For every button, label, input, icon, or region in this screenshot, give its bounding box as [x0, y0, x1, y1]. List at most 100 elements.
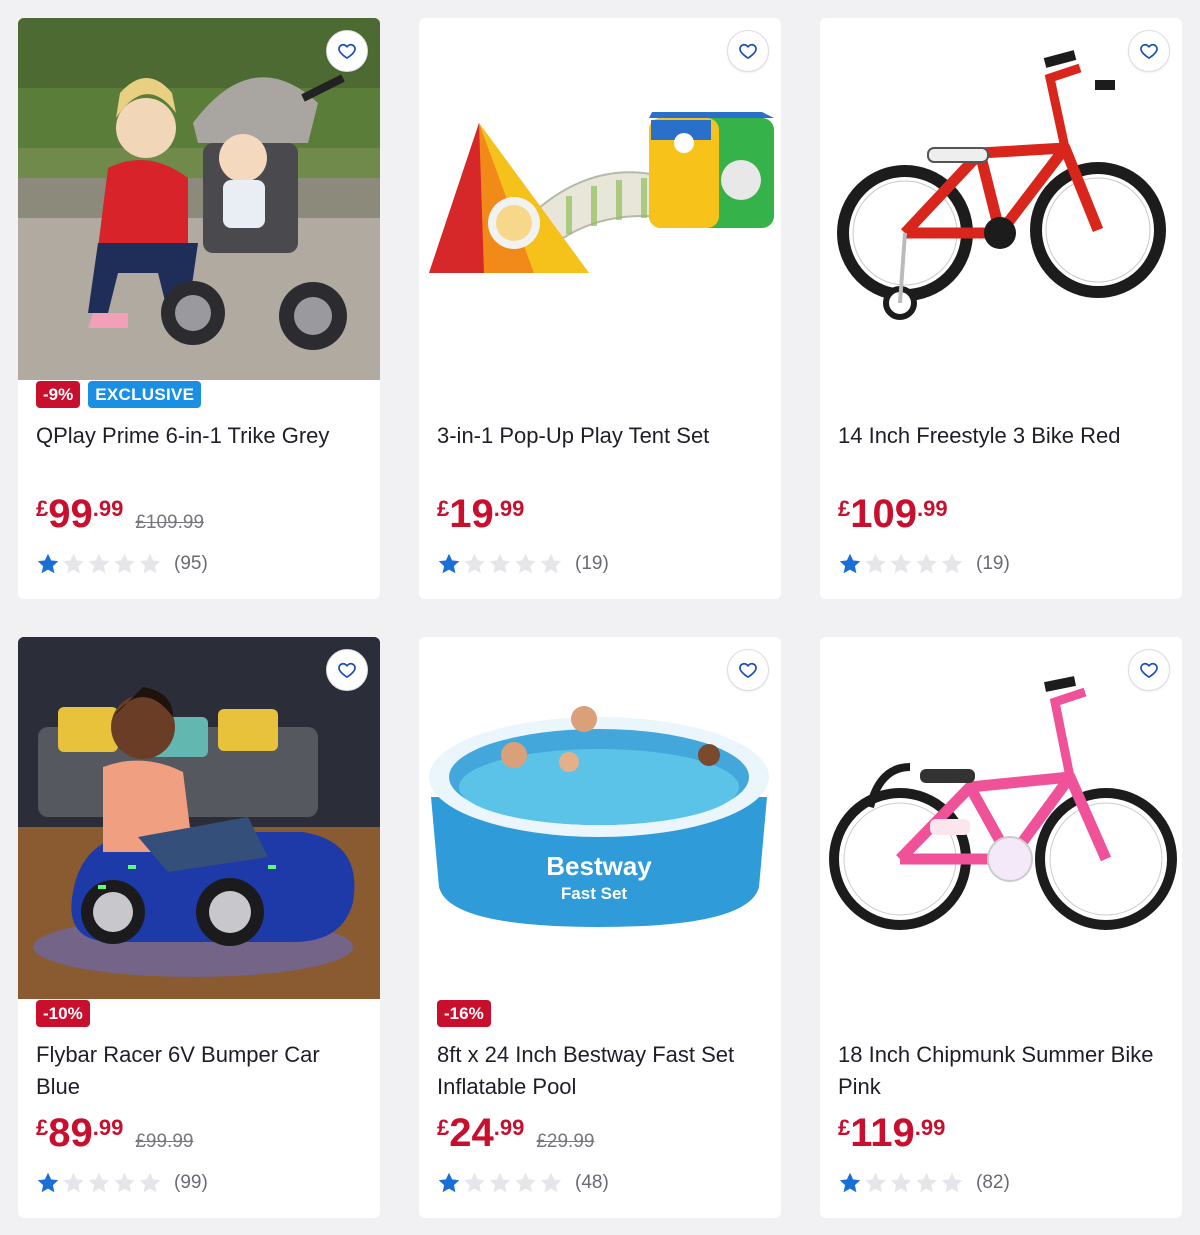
wishlist-button[interactable]: [727, 30, 769, 72]
review-count: (82): [976, 1172, 1010, 1193]
star-icon: [540, 1172, 562, 1193]
star-icon: [114, 1172, 135, 1193]
star-rating: [838, 1171, 964, 1195]
stars-graphic: [37, 1172, 161, 1193]
star-rating: [437, 552, 563, 576]
price-main: 89: [48, 1111, 93, 1155]
price-decimal: .99: [493, 1115, 525, 1140]
rating[interactable]: (19): [437, 552, 609, 576]
star-icon: [489, 1172, 511, 1193]
product-card[interactable]: -9% EXCLUSIVE QPlay Prime 6-in-1 Trike G…: [18, 18, 380, 599]
rating[interactable]: (48): [437, 1171, 609, 1195]
star-icon: [865, 553, 886, 574]
price-block: £ 24 .99 £29.99: [437, 1111, 594, 1155]
price-main: 19: [449, 492, 494, 536]
price-main: 24: [449, 1111, 494, 1155]
star-icon: [839, 553, 861, 574]
product-title[interactable]: QPlay Prime 6-in-1 Trike Grey: [36, 420, 366, 452]
star-icon: [941, 553, 963, 574]
stars-graphic: [839, 553, 963, 574]
star-icon: [916, 553, 937, 574]
currency-symbol: £: [437, 496, 450, 521]
was-price: £99.99: [135, 1131, 194, 1152]
was-price: £29.99: [536, 1131, 595, 1152]
product-image[interactable]: Bestway Fast Set: [419, 637, 781, 999]
was-price: £109.99: [135, 512, 205, 533]
price-decimal: .99: [92, 496, 124, 521]
star-icon: [37, 1172, 59, 1193]
currency-symbol: £: [36, 1115, 49, 1140]
wishlist-button[interactable]: [326, 649, 368, 691]
review-count: (99): [174, 1172, 208, 1193]
price-decimal: .99: [493, 496, 525, 521]
review-count: (48): [575, 1172, 609, 1193]
price-main: 99: [48, 492, 93, 536]
wishlist-button[interactable]: [1128, 649, 1170, 691]
star-icon: [489, 553, 511, 574]
product-title[interactable]: 14 Inch Freestyle 3 Bike Red: [838, 420, 1168, 452]
currency-symbol: £: [838, 496, 851, 521]
product-card[interactable]: 3-in-1 Pop-Up Play Tent Set £ 19 .99 (19…: [419, 18, 781, 599]
rating[interactable]: (82): [838, 1171, 1010, 1195]
star-icon: [515, 1172, 536, 1193]
star-icon: [37, 553, 59, 574]
badge-row: -9% EXCLUSIVE: [36, 380, 202, 408]
star-icon: [515, 553, 536, 574]
review-count: (95): [174, 553, 208, 574]
heart-icon: [337, 660, 357, 680]
star-icon: [139, 553, 161, 574]
star-icon: [438, 1172, 460, 1193]
product-card[interactable]: 18 Inch Chipmunk Summer Bike Pink £ 119 …: [820, 637, 1182, 1218]
product-image[interactable]: [419, 18, 781, 380]
exclusive-badge: EXCLUSIVE: [88, 380, 202, 408]
product-image[interactable]: [820, 18, 1182, 380]
product-image[interactable]: [18, 18, 380, 380]
product-image[interactable]: [820, 637, 1182, 999]
star-icon: [88, 553, 110, 574]
current-price: £ 19 .99: [437, 492, 524, 536]
stars-graphic: [37, 553, 161, 574]
review-count: (19): [575, 553, 609, 574]
product-title[interactable]: Flybar Racer 6V Bumper Car Blue: [36, 1039, 366, 1103]
discount-badge: -16%: [437, 999, 491, 1027]
price-block: £ 89 .99 £99.99: [36, 1111, 193, 1155]
product-card[interactable]: -10% Flybar Racer 6V Bumper Car Blue £ 8…: [18, 637, 380, 1218]
star-icon: [464, 1172, 485, 1193]
product-title[interactable]: 8ft x 24 Inch Bestway Fast Set Inflatabl…: [437, 1039, 767, 1103]
review-count: (19): [976, 553, 1010, 574]
discount-badge: -9%: [36, 380, 81, 408]
wishlist-button[interactable]: [727, 649, 769, 691]
badge-row: -16%: [437, 999, 491, 1027]
star-icon: [839, 1172, 861, 1193]
rating[interactable]: (99): [36, 1171, 208, 1195]
product-title[interactable]: 18 Inch Chipmunk Summer Bike Pink: [838, 1039, 1168, 1103]
price-block: £ 19 .99: [437, 492, 524, 536]
star-icon: [63, 553, 84, 574]
price-main: 109: [850, 492, 917, 536]
currency-symbol: £: [838, 1115, 851, 1140]
star-rating: [36, 552, 162, 576]
product-title[interactable]: 3-in-1 Pop-Up Play Tent Set: [437, 420, 767, 452]
star-icon: [88, 1172, 110, 1193]
current-price: £ 99 .99: [36, 492, 123, 536]
pool-model-text: Fast Set: [561, 884, 627, 903]
wishlist-button[interactable]: [326, 30, 368, 72]
price-main: 119: [850, 1111, 915, 1155]
currency-symbol: £: [437, 1115, 450, 1140]
stars-graphic: [438, 1172, 562, 1193]
rating[interactable]: (95): [36, 552, 208, 576]
stars-graphic: [438, 553, 562, 574]
stars-graphic: [839, 1172, 963, 1193]
current-price: £ 109 .99: [838, 492, 948, 536]
star-rating: [437, 1171, 563, 1195]
product-card[interactable]: Bestway Fast Set -16% 8ft x 24 Inch Best…: [419, 637, 781, 1218]
star-icon: [63, 1172, 84, 1193]
product-image[interactable]: [18, 637, 380, 999]
product-card[interactable]: 14 Inch Freestyle 3 Bike Red £ 109 .99 (…: [820, 18, 1182, 599]
wishlist-button[interactable]: [1128, 30, 1170, 72]
heart-icon: [337, 41, 357, 61]
badge-row: -10%: [36, 999, 90, 1027]
star-icon: [114, 553, 135, 574]
heart-icon: [738, 660, 758, 680]
rating[interactable]: (19): [838, 552, 1010, 576]
